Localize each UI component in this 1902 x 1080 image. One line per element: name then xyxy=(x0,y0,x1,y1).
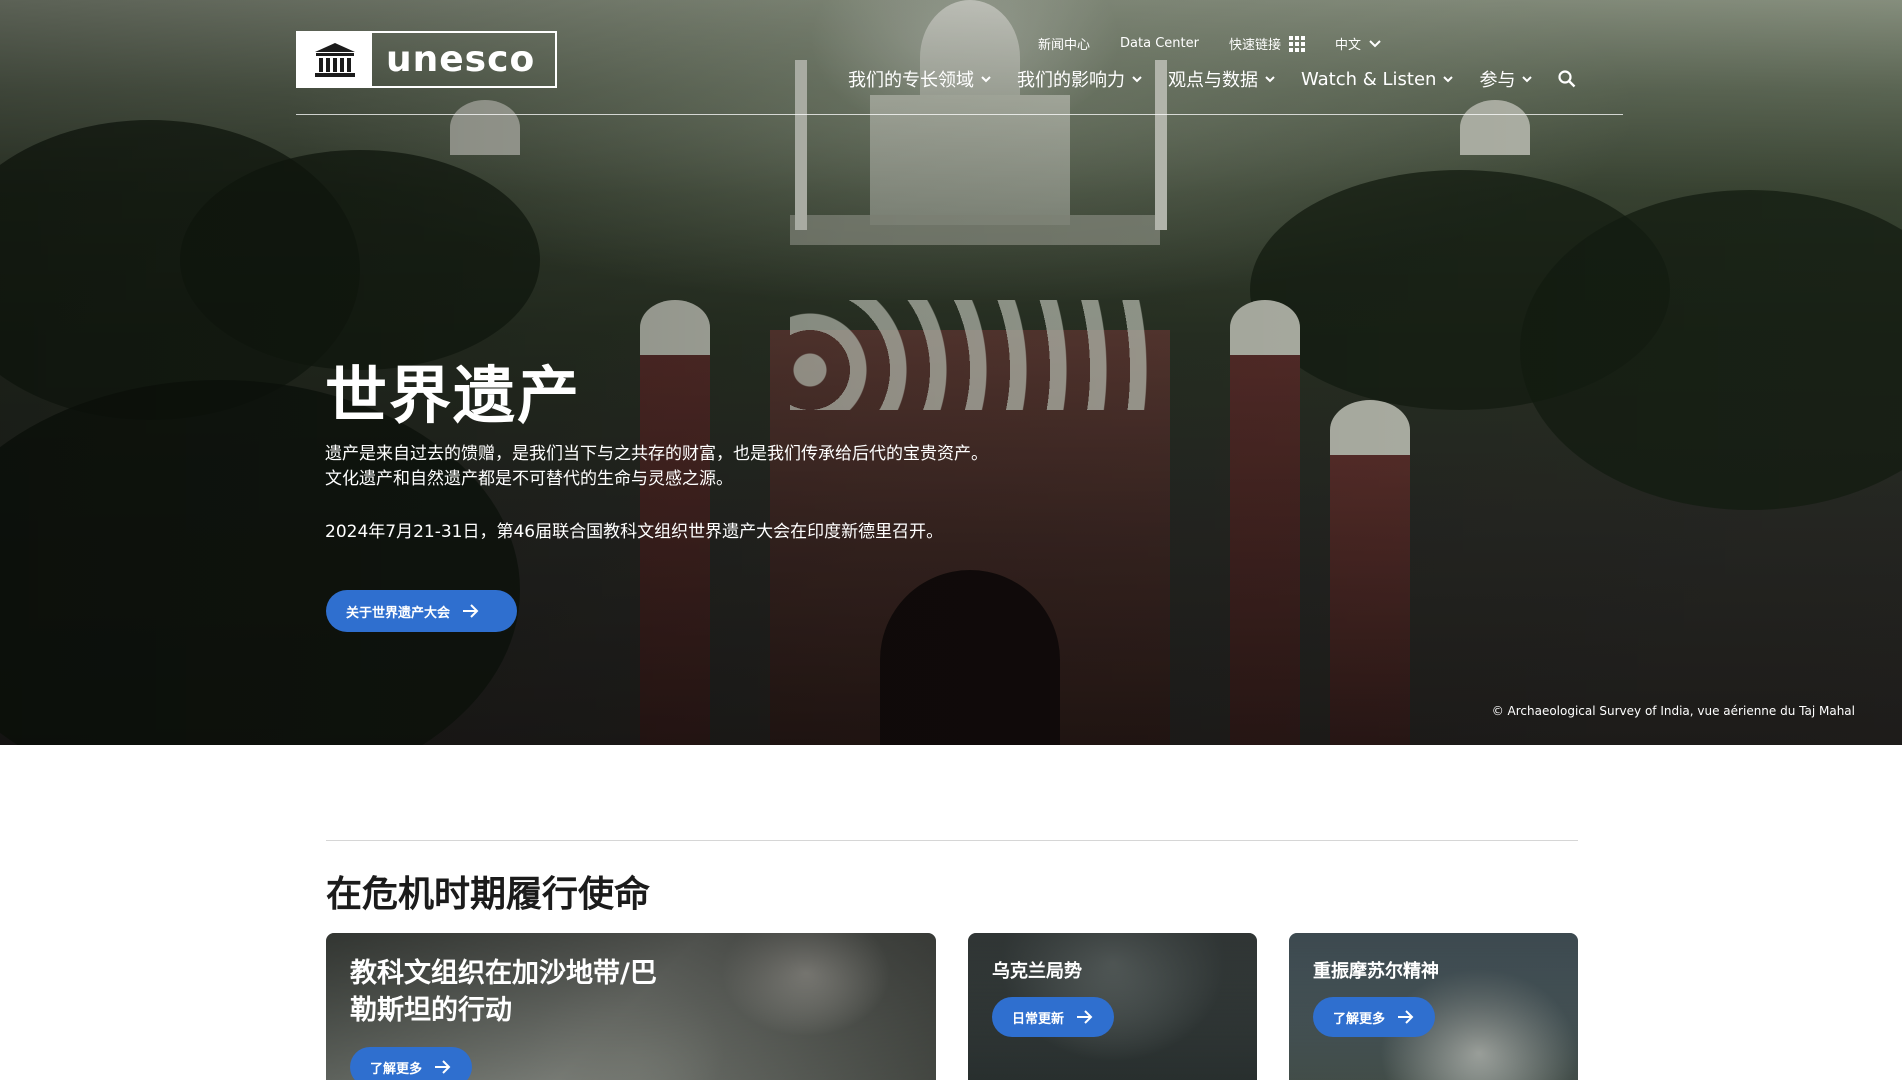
arrow-right-icon xyxy=(463,604,479,618)
hero-description: 遗产是来自过去的馈赠，是我们当下与之共存的财富，也是我们传承给后代的宝贵资产。 … xyxy=(325,442,1085,492)
card-title: 乌克兰局势 xyxy=(992,961,1082,982)
section-divider xyxy=(326,840,1578,841)
photo-credit: © Archaeological Survey of India, vue aé… xyxy=(1491,704,1855,718)
card-gaza-palestine[interactable]: 教科文组织在加沙地带/巴 勒斯坦的行动 了解更多 xyxy=(326,933,936,1080)
nav-label: 我们的专长领域 xyxy=(848,70,974,91)
learn-more-button[interactable]: 了解更多 xyxy=(350,1047,473,1080)
nav-label: 观点与数据 xyxy=(1168,70,1258,91)
nav-expertise[interactable]: 我们的专长领域 xyxy=(848,66,991,92)
nav-insights-data[interactable]: 观点与数据 xyxy=(1168,66,1275,92)
arrow-right-icon xyxy=(1077,1010,1093,1024)
hero-description-line: 文化遗产和自然遗产都是不可替代的生命与灵感之源。 xyxy=(325,469,733,489)
section-title: 在危机时期履行使命 xyxy=(326,874,651,915)
daily-updates-button[interactable]: 日常更新 xyxy=(992,997,1115,1037)
chevron-down-icon xyxy=(1369,39,1381,47)
language-label: 中文 xyxy=(1334,38,1361,53)
nav-label: Watch & Listen xyxy=(1301,68,1437,90)
hero-description-line: 遗产是来自过去的馈赠，是我们当下与之共存的财富，也是我们传承给后代的宝贵资产。 xyxy=(325,444,988,464)
utility-links: 新闻中心 Data Center 快速链接 中文 xyxy=(1038,34,1381,53)
card-title: 教科文组织在加沙地带/巴 勒斯坦的行动 xyxy=(350,955,657,1029)
search-button[interactable] xyxy=(1558,70,1576,88)
link-newsroom[interactable]: 新闻中心 xyxy=(1038,34,1090,53)
header-divider xyxy=(296,114,1623,115)
unesco-logo[interactable]: unesco xyxy=(296,31,557,88)
language-selector[interactable]: 中文 xyxy=(1335,34,1381,53)
about-committee-button[interactable]: 关于世界遗产大会 xyxy=(326,590,517,632)
arrow-right-icon xyxy=(1398,1010,1414,1024)
chevron-down-icon xyxy=(1132,75,1142,82)
link-label: 快速链接 xyxy=(1228,38,1281,53)
button-label: 日常更新 xyxy=(1012,1011,1065,1027)
card-mosul[interactable]: 重振摩苏尔精神 了解更多 xyxy=(1289,933,1578,1080)
chevron-down-icon xyxy=(1265,75,1275,82)
search-icon xyxy=(1558,70,1576,88)
card-ukraine[interactable]: 乌克兰局势 日常更新 xyxy=(968,933,1257,1080)
main-navigation: 我们的专长领域 我们的影响力 观点与数据 Watch & Listen 参与 xyxy=(848,66,1576,92)
nav-participate[interactable]: 参与 xyxy=(1479,66,1533,92)
hero-title: 世界遗产 xyxy=(325,359,582,432)
chevron-down-icon xyxy=(1443,75,1454,82)
hero-shade xyxy=(0,0,1902,745)
link-data-center[interactable]: Data Center xyxy=(1120,36,1199,51)
card-title: 重振摩苏尔精神 xyxy=(1313,961,1439,982)
button-label: 关于世界遗产大会 xyxy=(346,605,451,621)
button-label: 了解更多 xyxy=(1333,1011,1386,1027)
quick-links-button[interactable]: 快速链接 xyxy=(1229,34,1305,53)
hero-date-text: 2024年7月21-31日，第46届联合国教科文组织世界遗产大会在印度新德里召开… xyxy=(325,522,944,542)
nav-watch-listen[interactable]: Watch & Listen xyxy=(1301,68,1454,90)
logo-text: unesco xyxy=(386,39,536,80)
card-title-line: 勒斯坦的行动 xyxy=(350,995,512,1026)
link-label: 新闻中心 xyxy=(1038,38,1091,53)
nav-impact[interactable]: 我们的影响力 xyxy=(1017,66,1142,92)
nav-label: 参与 xyxy=(1479,70,1516,91)
chevron-down-icon xyxy=(1522,75,1533,82)
hero-banner xyxy=(0,0,1902,745)
nav-label: 我们的影响力 xyxy=(1017,70,1125,91)
card-title-line: 教科文组织在加沙地带/巴 xyxy=(350,958,657,989)
unesco-temple-icon xyxy=(298,33,372,86)
grid-icon xyxy=(1288,35,1305,52)
chevron-down-icon xyxy=(981,75,991,82)
arrow-right-icon xyxy=(435,1060,451,1074)
link-label: Data Center xyxy=(1120,36,1199,51)
learn-more-button[interactable]: 了解更多 xyxy=(1313,997,1436,1037)
button-label: 了解更多 xyxy=(370,1061,423,1077)
